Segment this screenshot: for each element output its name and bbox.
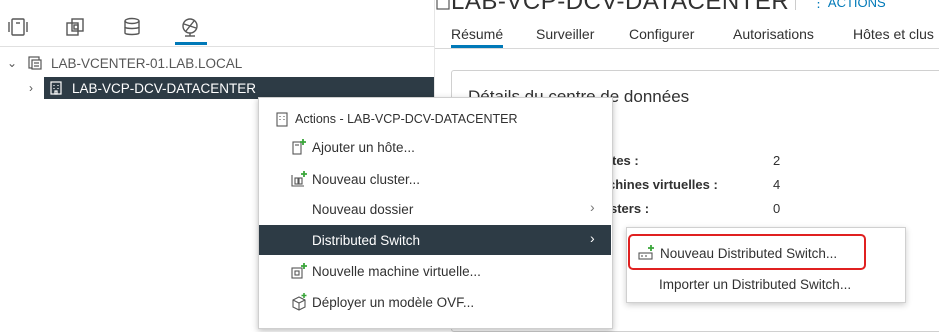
header-separator [795,0,796,10]
page-title: LAB-VCP-DCV-DATACENTER [451,0,790,15]
tree-row-datacenter[interactable]: › LAB-VCP-DCV-DATACENTER [24,77,256,99]
deploy-ovf-icon [290,293,308,311]
new-vm-icon [290,262,308,280]
menu-label-deploy-ovf: Déployer un modèle OVF... [312,294,475,310]
actions-dropdown[interactable]: ⋮ ACTIONS [812,0,886,11]
card-value-hosts: 2 [773,153,781,168]
tab-hotes-et-clusters[interactable]: Hôtes et clus [853,26,934,42]
storage-icon[interactable] [119,14,145,40]
menu-item-import-distributed-switch[interactable]: Importer un Distributed Switch... [659,277,851,292]
menu-label-distributed-switch: Distributed Switch [312,232,421,248]
tab-configurer[interactable]: Configurer [629,26,694,42]
card-label-vms: chines virtuelles : [608,177,718,192]
chevron-right-icon[interactable]: › [24,81,38,95]
datacenter-icon [48,80,64,96]
menu-item-new-cluster[interactable]: Nouveau cluster... [259,164,611,194]
menu-item-new-folder[interactable]: Nouveau dossier [259,194,611,224]
tab-surveiller[interactable]: Surveiller [536,26,594,42]
menu-label-import-distributed-switch: Importer un Distributed Switch... [659,277,852,292]
tab-resume[interactable]: Résumé [451,26,503,42]
datacenter-icon [275,111,289,127]
context-menu-header: Actions - LAB-VCP-DCV-DATACENTER [275,108,518,130]
chevron-down-icon[interactable]: ⌄ [5,56,19,70]
chevron-right-icon: › [590,199,595,215]
tree-label-vcenter: LAB-VCENTER-01.LAB.LOCAL [51,55,243,71]
active-tool-indicator [175,42,207,45]
card-value-vms: 4 [773,177,781,192]
vcenter-icon [27,55,45,71]
datacenter-header-icon [436,0,450,13]
add-host-icon [290,138,308,156]
chevron-right-icon: › [590,230,595,246]
menu-label-add-host: Ajouter un hôte... [312,139,415,155]
tab-autorisations[interactable]: Autorisations [733,26,814,42]
menu-item-new-vm[interactable]: Nouvelle machine virtuelle... [259,256,611,286]
tree-label-datacenter: LAB-VCP-DCV-DATACENTER [72,80,257,96]
menu-label-new-vm: Nouvelle machine virtuelle... [312,263,481,279]
menu-label-new-cluster: Nouveau cluster... [312,171,421,187]
networking-icon[interactable] [177,14,203,40]
toolbar-divider [0,46,434,47]
highlight-annotation [628,234,866,270]
actions-label: ACTIONS [827,0,886,10]
card-label-clusters: sters : [610,201,650,216]
hosts-and-clusters-icon[interactable] [5,14,31,40]
menu-item-distributed-switch[interactable]: Distributed Switch [259,225,611,255]
menu-label-new-folder: Nouveau dossier [312,201,414,217]
new-cluster-icon [290,170,308,188]
card-label-hosts: tes : [612,153,639,168]
vms-and-templates-icon[interactable] [62,14,88,40]
card-value-clusters: 0 [773,201,781,216]
tabs-divider [435,48,939,49]
context-menu-title: Actions - LAB-VCP-DCV-DATACENTER [295,112,518,126]
menu-item-add-host[interactable]: Ajouter un hôte... [259,132,611,162]
menu-item-deploy-ovf[interactable]: Déployer un modèle OVF... [259,287,611,317]
tree-node-vcenter[interactable]: ⌄ LAB-VCENTER-01.LAB.LOCAL [5,52,242,74]
more-vertical-icon: ⋮ [812,0,828,10]
